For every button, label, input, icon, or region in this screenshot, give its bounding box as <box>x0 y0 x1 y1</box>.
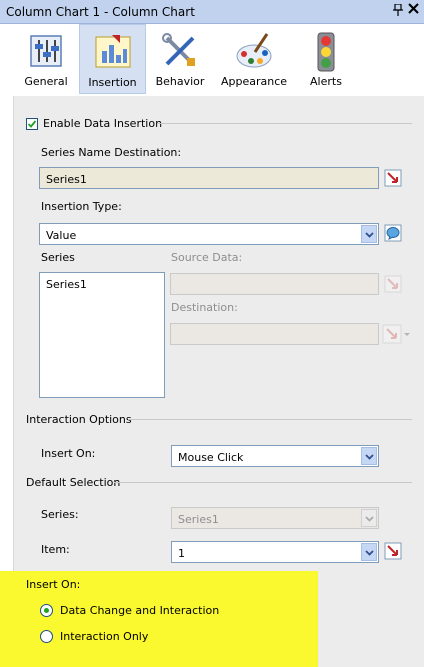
tab-appearance[interactable]: Appearance <box>218 24 290 94</box>
behavior-icon <box>159 30 201 72</box>
radio-data-change-and-interaction-label: Data Change and Interaction <box>60 604 220 617</box>
source-data-field <box>170 273 379 295</box>
destination-label: Destination: <box>171 301 238 314</box>
default-item-value: 1 <box>178 547 185 560</box>
default-selection-heading: Default Selection <box>26 476 121 489</box>
destination-field <box>170 323 379 345</box>
tab-general[interactable]: General <box>16 24 76 94</box>
tab-alerts[interactable]: Alerts <box>298 24 354 94</box>
pin-icon[interactable] <box>393 3 403 19</box>
radio-interaction-only-label: Interaction Only <box>60 630 149 643</box>
chevron-down-icon <box>361 509 377 527</box>
tab-behavior-label: Behavior <box>155 75 205 88</box>
insert-on-label: Insert On: <box>41 447 96 460</box>
default-series-select: Series1 <box>171 507 379 529</box>
alerts-icon <box>305 30 347 72</box>
chevron-down-icon[interactable] <box>361 543 377 561</box>
series-list[interactable]: Series1 <box>39 272 165 398</box>
interaction-options-heading: Interaction Options <box>26 413 132 426</box>
chevron-down-icon[interactable] <box>361 225 377 243</box>
enable-insertion-label: Enable Data Insertion <box>43 117 163 130</box>
section-divider <box>128 419 412 420</box>
chevron-down-icon[interactable] <box>361 447 377 465</box>
insert-on-options-label: Insert On: <box>26 578 81 591</box>
insert-on-select[interactable]: Mouse Click <box>171 445 379 467</box>
tab-alerts-label: Alerts <box>310 75 342 88</box>
close-icon[interactable] <box>408 3 419 18</box>
cell-selector-icon[interactable] <box>384 542 402 560</box>
radio-data-change-and-interaction[interactable] <box>40 604 53 617</box>
cell-selector-icon[interactable] <box>384 169 402 187</box>
default-item-label: Item: <box>41 543 70 556</box>
tab-strip: General Insertion Behavior Appearance Al… <box>0 24 424 96</box>
insertion-type-select[interactable]: Value <box>39 223 379 245</box>
section-divider <box>158 123 412 124</box>
enable-insertion-checkbox[interactable] <box>26 118 38 130</box>
series-name-destination-value: Series1 <box>46 173 87 186</box>
insertion-type-label: Insertion Type: <box>41 200 122 213</box>
radio-selected-dot <box>44 608 49 613</box>
default-series-label: Series: <box>41 508 79 521</box>
default-series-value: Series1 <box>178 513 219 526</box>
appearance-icon <box>233 30 275 72</box>
default-item-select[interactable]: 1 <box>171 541 379 563</box>
tab-insertion[interactable]: Insertion <box>79 24 146 94</box>
tab-behavior[interactable]: Behavior <box>150 24 210 94</box>
insertion-icon <box>92 31 134 73</box>
series-label: Series <box>41 251 75 264</box>
radio-interaction-only[interactable] <box>40 630 53 643</box>
insert-on-value: Mouse Click <box>178 451 244 464</box>
cell-selector-icon <box>384 275 402 293</box>
series-name-destination-field[interactable]: Series1 <box>39 167 379 189</box>
tab-insertion-label: Insertion <box>88 76 137 89</box>
list-item[interactable]: Series1 <box>46 278 87 291</box>
source-data-label: Source Data: <box>171 251 243 264</box>
general-icon <box>25 30 67 72</box>
cell-selector-dropdown <box>382 324 412 344</box>
tab-general-label: General <box>24 75 68 88</box>
series-name-destination-label: Series Name Destination: <box>41 146 182 159</box>
section-divider <box>114 482 412 483</box>
insertion-type-value: Value <box>46 229 77 242</box>
tab-appearance-label: Appearance <box>220 75 288 88</box>
info-icon[interactable] <box>384 224 402 242</box>
window-title: Column Chart 1 - Column Chart <box>6 5 195 19</box>
